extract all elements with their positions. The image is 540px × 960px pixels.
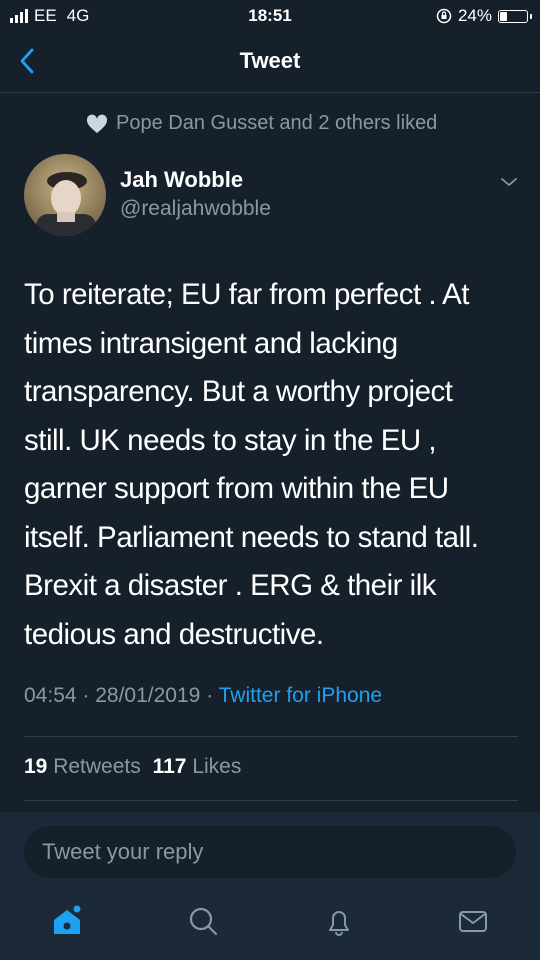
status-right: 24% [436, 6, 532, 26]
likes-count: 117 [152, 755, 187, 778]
battery-fill [500, 11, 507, 21]
meta-separator: · [82, 684, 96, 707]
likes-stat[interactable]: 117 Likes [153, 755, 242, 778]
heart-icon [86, 114, 108, 133]
divider [24, 736, 518, 737]
battery-percent: 24% [457, 6, 492, 25]
retweets-count: 19 [24, 755, 48, 778]
tweet-text: To reiterate; EU far from perfect . At t… [24, 278, 479, 651]
chevron-down-icon[interactable] [498, 172, 520, 192]
tweet-source-link[interactable]: Twitter for iPhone [219, 684, 382, 707]
tweet-stats: 19 Retweets 117 Likes [24, 755, 241, 779]
search-icon[interactable] [186, 904, 220, 938]
divider [24, 800, 518, 801]
nav-bar: Tweet [0, 32, 540, 93]
author-name[interactable]: Jah Wobble [120, 166, 271, 194]
avatar[interactable] [24, 154, 106, 236]
status-bar: EE 4G 18:51 24% [0, 0, 540, 32]
meta-separator: · [206, 684, 219, 707]
retweets-label: Retweets [53, 755, 141, 778]
social-context[interactable]: Pope Dan Gusset and 2 others liked [86, 112, 437, 135]
page-title: Tweet [239, 48, 301, 73]
notifications-bell-icon[interactable] [322, 904, 356, 938]
author-handle[interactable]: @realjahwobble [120, 194, 271, 224]
likes-label: Likes [192, 755, 242, 778]
home-icon[interactable] [50, 904, 84, 938]
tab-bar [0, 898, 540, 948]
tweet-time: 04:54 [24, 684, 77, 707]
social-context-text: Pope Dan Gusset and 2 others liked [116, 112, 438, 134]
tweet-date: 28/01/2019 [95, 684, 201, 707]
orientation-lock-icon [436, 8, 452, 24]
battery-icon [498, 9, 532, 23]
retweets-stat[interactable]: 19 Retweets [24, 755, 141, 778]
reply-input[interactable]: Tweet your reply [24, 826, 516, 878]
author-info[interactable]: Jah Wobble @realjahwobble [120, 166, 271, 224]
reply-area: Tweet your reply [0, 812, 540, 960]
tweet-meta: 04:54 · 28/01/2019 · Twitter for iPhone [24, 684, 382, 708]
messages-envelope-icon[interactable] [456, 904, 490, 938]
